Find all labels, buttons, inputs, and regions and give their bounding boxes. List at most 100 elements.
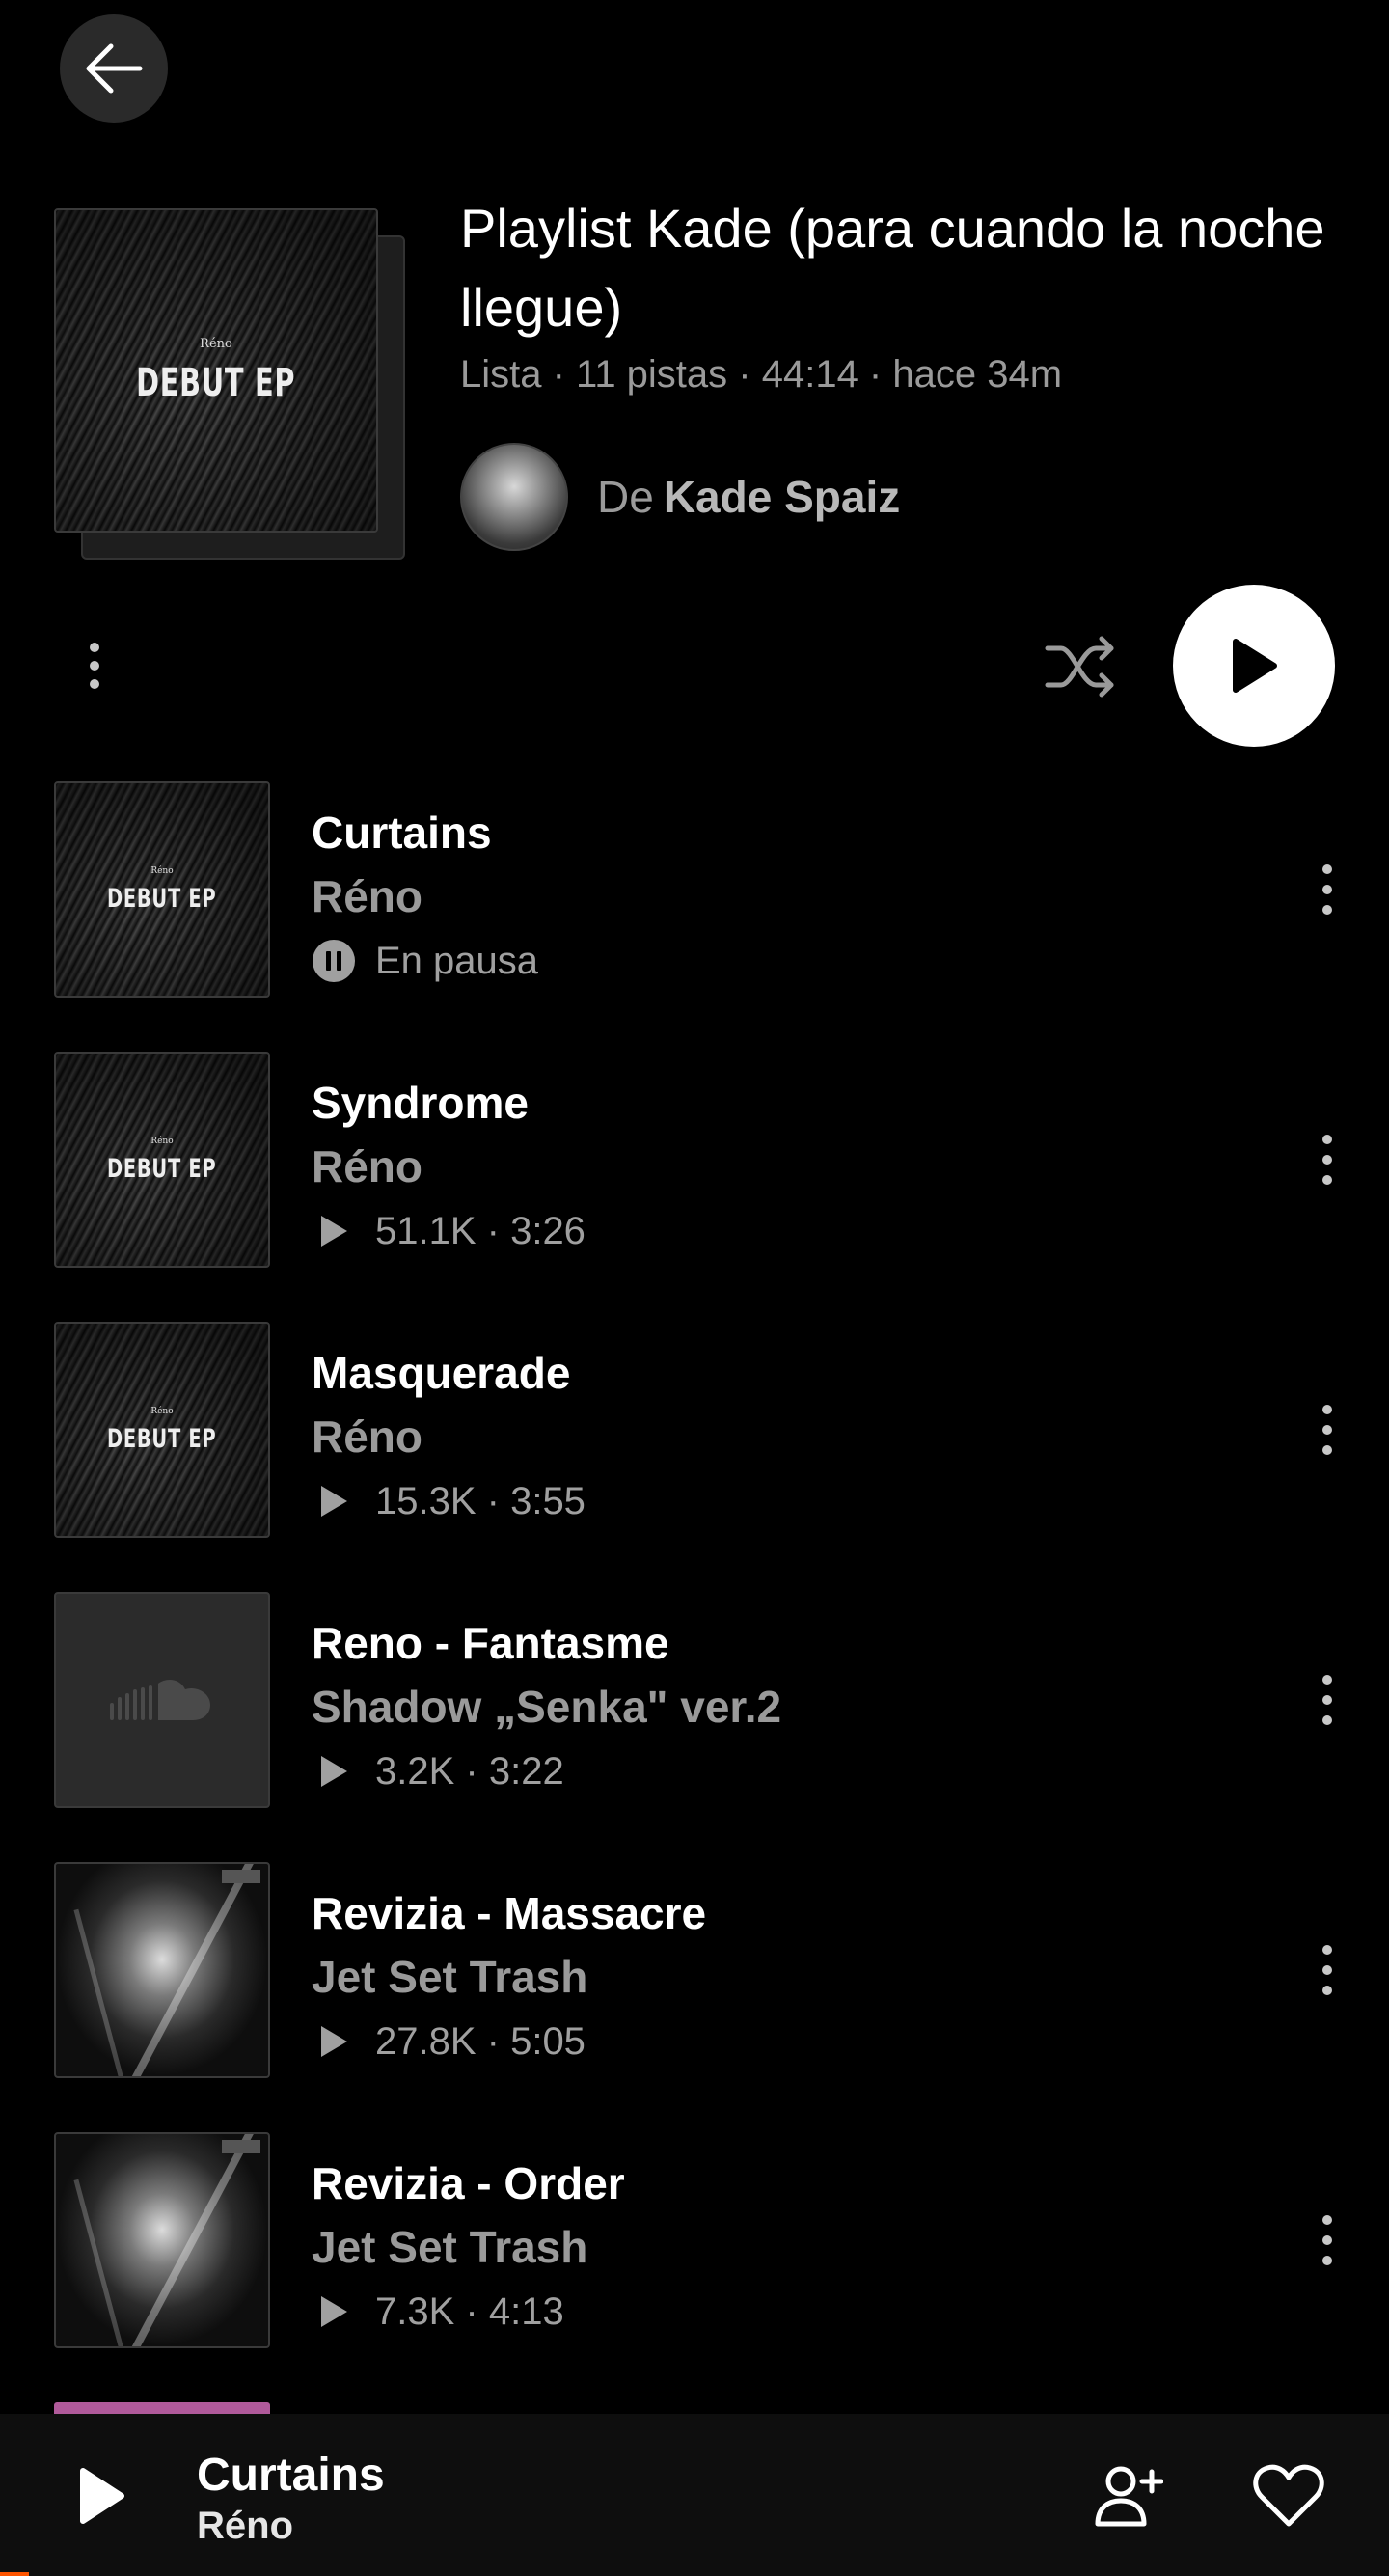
track-row[interactable]: Réno DEBUT EP Curtains Réno En pausa <box>0 781 1389 1000</box>
mini-player-title[interactable]: Curtains <box>197 2449 385 2502</box>
track-stats: 7.3K · 4:13 <box>312 2287 564 2337</box>
track-artist[interactable]: Jet Set Trash <box>312 2221 587 2273</box>
track-artwork: Réno DEBUT EP <box>54 1322 270 1538</box>
soundcloud-icon <box>110 1680 210 1720</box>
track-title: Reno - Fantasme <box>312 1618 669 1668</box>
owner-prefix: De <box>597 472 654 522</box>
track-stats: 15.3K · 3:55 <box>312 1476 586 1526</box>
track-artist[interactable]: Réno <box>312 1411 422 1463</box>
mini-player[interactable]: Curtains Réno <box>0 2414 1389 2576</box>
track-artwork-placeholder <box>54 1592 270 1808</box>
more-vertical-icon <box>90 643 99 652</box>
track-more-button[interactable] <box>1306 1131 1348 1189</box>
track-stats-text: En pausa <box>375 939 539 982</box>
play-icon <box>80 2468 124 2524</box>
artwork-artist-text: Réno <box>150 865 174 876</box>
track-artwork: Réno DEBUT EP <box>54 781 270 998</box>
more-vertical-icon <box>1322 1945 1332 1955</box>
track-artwork <box>54 1862 270 2078</box>
track-artist[interactable]: Réno <box>312 870 422 922</box>
artwork-streak <box>119 1864 256 2076</box>
track-row[interactable]: Réno DEBUT EP Masquerade Réno 15.3K · 3:… <box>0 1322 1389 1540</box>
track-stats-text: 7.3K · 4:13 <box>375 2289 564 2333</box>
track-artwork <box>54 2132 270 2348</box>
track-more-button[interactable] <box>1306 1671 1348 1729</box>
playback-progress[interactable] <box>0 2572 29 2576</box>
more-dot <box>1322 885 1332 894</box>
cover-artist-text: Réno <box>200 336 232 351</box>
more-vertical-icon <box>1322 1135 1332 1144</box>
more-dot <box>1322 905 1332 915</box>
track-artist[interactable]: Shadow „Senka" ver.2 <box>312 1681 781 1733</box>
artwork-streak <box>73 1908 128 2076</box>
more-dot <box>90 661 99 671</box>
more-dot <box>1322 1965 1332 1975</box>
track-row[interactable]: Revizia - Order Jet Set Trash 7.3K · 4:1… <box>0 2132 1389 2350</box>
heart-icon <box>1253 2464 1324 2527</box>
more-dot <box>1322 2235 1332 2245</box>
track-artist[interactable]: Réno <box>312 1140 422 1192</box>
play-icon <box>312 1479 356 1523</box>
playlist-owner[interactable]: De Kade Spaiz <box>460 443 900 551</box>
track-title: Curtains <box>312 808 492 858</box>
track-more-button[interactable] <box>1306 2211 1348 2269</box>
mini-player-artist[interactable]: Réno <box>197 2505 293 2548</box>
track-more-button[interactable] <box>1306 1401 1348 1459</box>
follow-artist-button[interactable] <box>1092 2460 1164 2532</box>
more-options-button[interactable] <box>73 637 116 695</box>
track-title: Masquerade <box>312 1348 571 1398</box>
playlist-title: Playlist Kade (para cuando la noche lleg… <box>460 198 1325 338</box>
more-vertical-icon <box>1322 864 1332 874</box>
artwork-streak <box>119 2134 256 2346</box>
track-status: En pausa <box>312 936 538 986</box>
artwork-label <box>222 1870 260 1883</box>
artwork-title-text: DEBUT EP <box>107 1153 217 1184</box>
play-icon <box>312 1209 356 1253</box>
back-button[interactable] <box>60 14 168 123</box>
play-icon <box>1233 639 1277 693</box>
track-stats: 27.8K · 5:05 <box>312 2016 586 2067</box>
artwork-artist-text: Réno <box>150 1136 174 1146</box>
more-dot <box>1322 1715 1332 1725</box>
artwork-title-text: DEBUT EP <box>107 883 217 914</box>
track-more-button[interactable] <box>1306 861 1348 918</box>
next-track-artwork-peek <box>54 2402 270 2414</box>
more-vertical-icon <box>1322 1405 1332 1414</box>
more-dot <box>1322 1986 1332 1995</box>
track-stats-text: 15.3K · 3:55 <box>375 1479 586 1522</box>
track-stats-text: 51.1K · 3:26 <box>375 1209 586 1252</box>
like-button[interactable] <box>1252 2462 1325 2530</box>
track-title: Revizia - Order <box>312 2158 625 2208</box>
more-vertical-icon <box>1322 2215 1332 2225</box>
avatar[interactable] <box>460 443 568 551</box>
playlist-cover: Réno DEBUT EP <box>54 208 405 563</box>
track-stats: 51.1K · 3:26 <box>312 1206 586 1256</box>
track-artist[interactable]: Jet Set Trash <box>312 1951 587 2003</box>
more-dot <box>1322 1175 1332 1185</box>
owner-name[interactable]: Kade Spaiz <box>664 472 900 522</box>
track-row[interactable]: Réno DEBUT EP Syndrome Réno 51.1K · 3:26 <box>0 1052 1389 1270</box>
artwork-title-text: DEBUT EP <box>107 1423 217 1454</box>
track-title: Syndrome <box>312 1078 529 1128</box>
mini-player-play-button[interactable] <box>68 2462 135 2530</box>
track-more-button[interactable] <box>1306 1941 1348 1999</box>
more-dot <box>1322 1425 1332 1435</box>
more-dot <box>1322 1155 1332 1165</box>
arrow-left-icon <box>86 43 143 94</box>
track-stats-text: 3.2K · 3:22 <box>375 1749 564 1793</box>
cover-artwork: Réno DEBUT EP <box>54 208 378 533</box>
track-row[interactable]: Reno - Fantasme Shadow „Senka" ver.2 3.2… <box>0 1592 1389 1810</box>
track-row[interactable]: Revizia - Massacre Jet Set Trash 27.8K ·… <box>0 1862 1389 2080</box>
playlist-meta: Lista · 11 pistas · 44:14 · hace 34m <box>460 353 1063 396</box>
shuffle-button[interactable] <box>1044 635 1117 699</box>
more-dot <box>1322 1695 1332 1705</box>
owner-label: De Kade Spaiz <box>597 471 900 523</box>
play-icon <box>312 1749 356 1794</box>
more-vertical-icon <box>1322 1675 1332 1685</box>
more-dot <box>1322 1445 1332 1455</box>
play-all-button[interactable] <box>1173 585 1335 747</box>
cover-title-text: DEBUT EP <box>136 360 296 405</box>
play-icon <box>312 2019 356 2064</box>
track-stats: 3.2K · 3:22 <box>312 1746 564 1796</box>
artwork-streak <box>73 2179 128 2346</box>
